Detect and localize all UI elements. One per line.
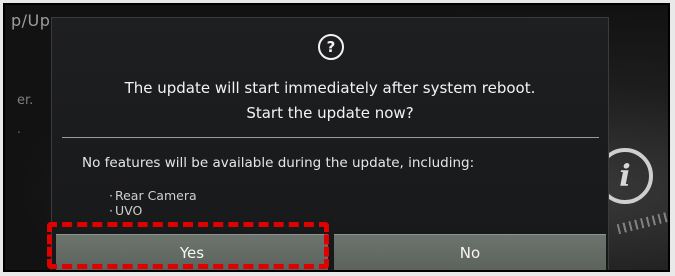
background-side-text-2: . — [17, 122, 21, 136]
dialog-message-line-2: Start the update now? — [246, 104, 414, 122]
feature-item-rear-camera: Rear Camera — [109, 188, 197, 203]
dialog-message-line-1: The update will start immediately after … — [124, 79, 536, 97]
dialog-divider — [62, 137, 599, 138]
feature-list: Rear Camera UVO — [109, 188, 197, 218]
question-circle-icon: ? — [318, 34, 344, 60]
dialog-message: The update will start immediately after … — [52, 76, 608, 126]
background-title: p/Up — [11, 11, 51, 30]
feature-item-uvo: UVO — [109, 203, 197, 218]
background-side-text: er. — [17, 93, 34, 108]
background-decoration — [616, 209, 668, 235]
no-button[interactable]: No — [334, 234, 606, 270]
dialog-note: No features will be available during the… — [82, 155, 475, 171]
yes-button-highlight — [47, 222, 329, 269]
